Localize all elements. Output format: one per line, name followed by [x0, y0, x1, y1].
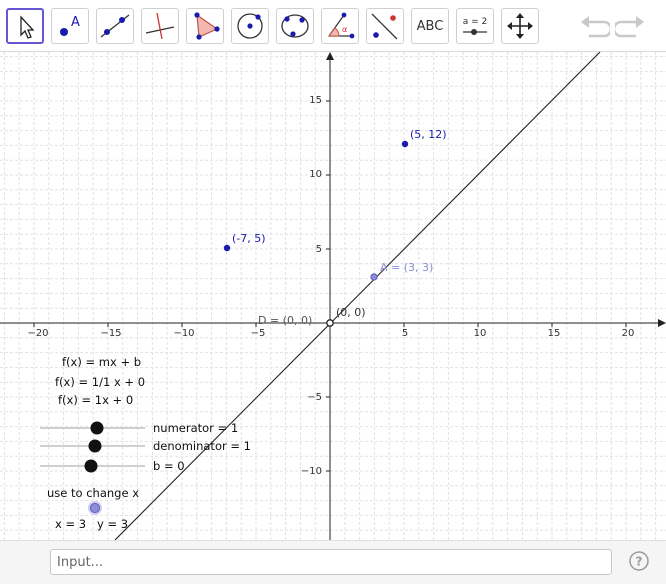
x-tick-label: 20 [622, 328, 635, 339]
slider-denominator-handle[interactable] [88, 439, 102, 453]
svg-text:α: α [342, 25, 347, 34]
polygon-tool-button[interactable] [186, 8, 224, 44]
x-tick-label: 15 [548, 328, 561, 339]
function-text-general: f(x) = mx + b [62, 355, 141, 369]
circle-center-tool-icon [237, 13, 263, 39]
point-5-12[interactable] [401, 140, 409, 148]
reflect-tool-button[interactable] [366, 8, 404, 44]
line-tool-button[interactable] [96, 8, 134, 44]
slider-tool-text: a = 2 [463, 17, 488, 27]
svg-text:?: ? [636, 555, 643, 569]
y-tick-label: −5 [307, 392, 322, 403]
x-axis-arrow [658, 319, 666, 327]
function-line-f[interactable] [114, 52, 601, 540]
move-graphics-tool-button[interactable] [501, 8, 539, 44]
point-A-label: A = (3, 3) [380, 261, 433, 274]
angle-tool-icon: α [328, 12, 355, 39]
text-tool-button[interactable]: ABC [411, 8, 449, 44]
x-tick-label: −5 [251, 328, 266, 339]
point-5-12-label: (5, 12) [410, 128, 447, 141]
y-tick-label: 15 [309, 95, 322, 106]
point-tool-icon: A [60, 15, 80, 36]
perpendicular-line-tool-icon [145, 12, 175, 40]
y-axis-arrow [326, 52, 334, 60]
polygon-tool-icon [194, 12, 220, 40]
text-tool-icon: ABC [416, 18, 444, 34]
y-value-text: y = 3 [97, 517, 128, 531]
circle-center-tool-button[interactable] [231, 8, 269, 44]
x-tick-label: 5 [402, 328, 408, 339]
circle-through-points-tool-button[interactable] [276, 8, 314, 44]
grid [0, 52, 666, 540]
move-tool-button[interactable] [6, 8, 44, 44]
redo-icon[interactable] [615, 12, 645, 40]
y-tick-label: −10 [301, 466, 322, 477]
x-tick-label: −15 [100, 328, 121, 339]
slider-b-label: b = 0 [153, 459, 185, 473]
y-tick-label: 10 [309, 169, 322, 180]
slider-numerator-label: numerator = 1 [153, 421, 238, 435]
help-icon[interactable]: ? [629, 551, 649, 571]
undo-icon[interactable] [580, 12, 610, 40]
algebra-input[interactable] [50, 549, 612, 575]
slider-tool-button[interactable]: a = 2 [456, 8, 494, 44]
x-value-text: x = 3 [55, 517, 86, 531]
slider-numerator-handle[interactable] [90, 421, 104, 435]
perpendicular-line-tool-button[interactable] [141, 8, 179, 44]
input-bar: ? [0, 540, 666, 584]
move-graphics-tool-icon [507, 13, 533, 39]
graphics-view[interactable]: −20 −15 −10 −5 5 10 15 20 15 10 5 −5 −10… [0, 52, 666, 540]
point-A[interactable] [370, 273, 378, 281]
circle-through-points-tool-icon [281, 14, 309, 38]
point-tool-letter: A [71, 15, 80, 30]
origin-label: (0, 0) [336, 306, 366, 319]
x-tick-label: 10 [474, 328, 487, 339]
slider-denominator-label: denominator = 1 [153, 439, 251, 453]
slider-tool-icon: a = 2 [463, 17, 488, 35]
angle-tool-button[interactable]: α [321, 8, 359, 44]
toolbar: A α ABC a = 2 [0, 0, 666, 52]
x-tick-label: −10 [173, 328, 194, 339]
reflect-tool-icon [371, 13, 398, 40]
point-neg7-5[interactable] [223, 244, 231, 252]
move-tool-icon [20, 15, 35, 39]
function-text-simplified: f(x) = 1x + 0 [58, 393, 133, 407]
change-x-point[interactable] [90, 502, 101, 513]
slider-b-handle[interactable] [84, 459, 98, 473]
point-D-label: D = (0, 0) [258, 314, 312, 327]
function-text-fraction: f(x) = 1/1 x + 0 [55, 375, 145, 389]
y-tick-label: 5 [316, 244, 322, 255]
use-to-change-text: use to change x [47, 486, 139, 500]
point-tool-button[interactable]: A [51, 8, 89, 44]
origin-point[interactable] [326, 319, 334, 327]
x-tick-label: −20 [27, 328, 48, 339]
point-neg7-5-label: (-7, 5) [232, 232, 266, 245]
line-tool-icon [100, 14, 130, 38]
